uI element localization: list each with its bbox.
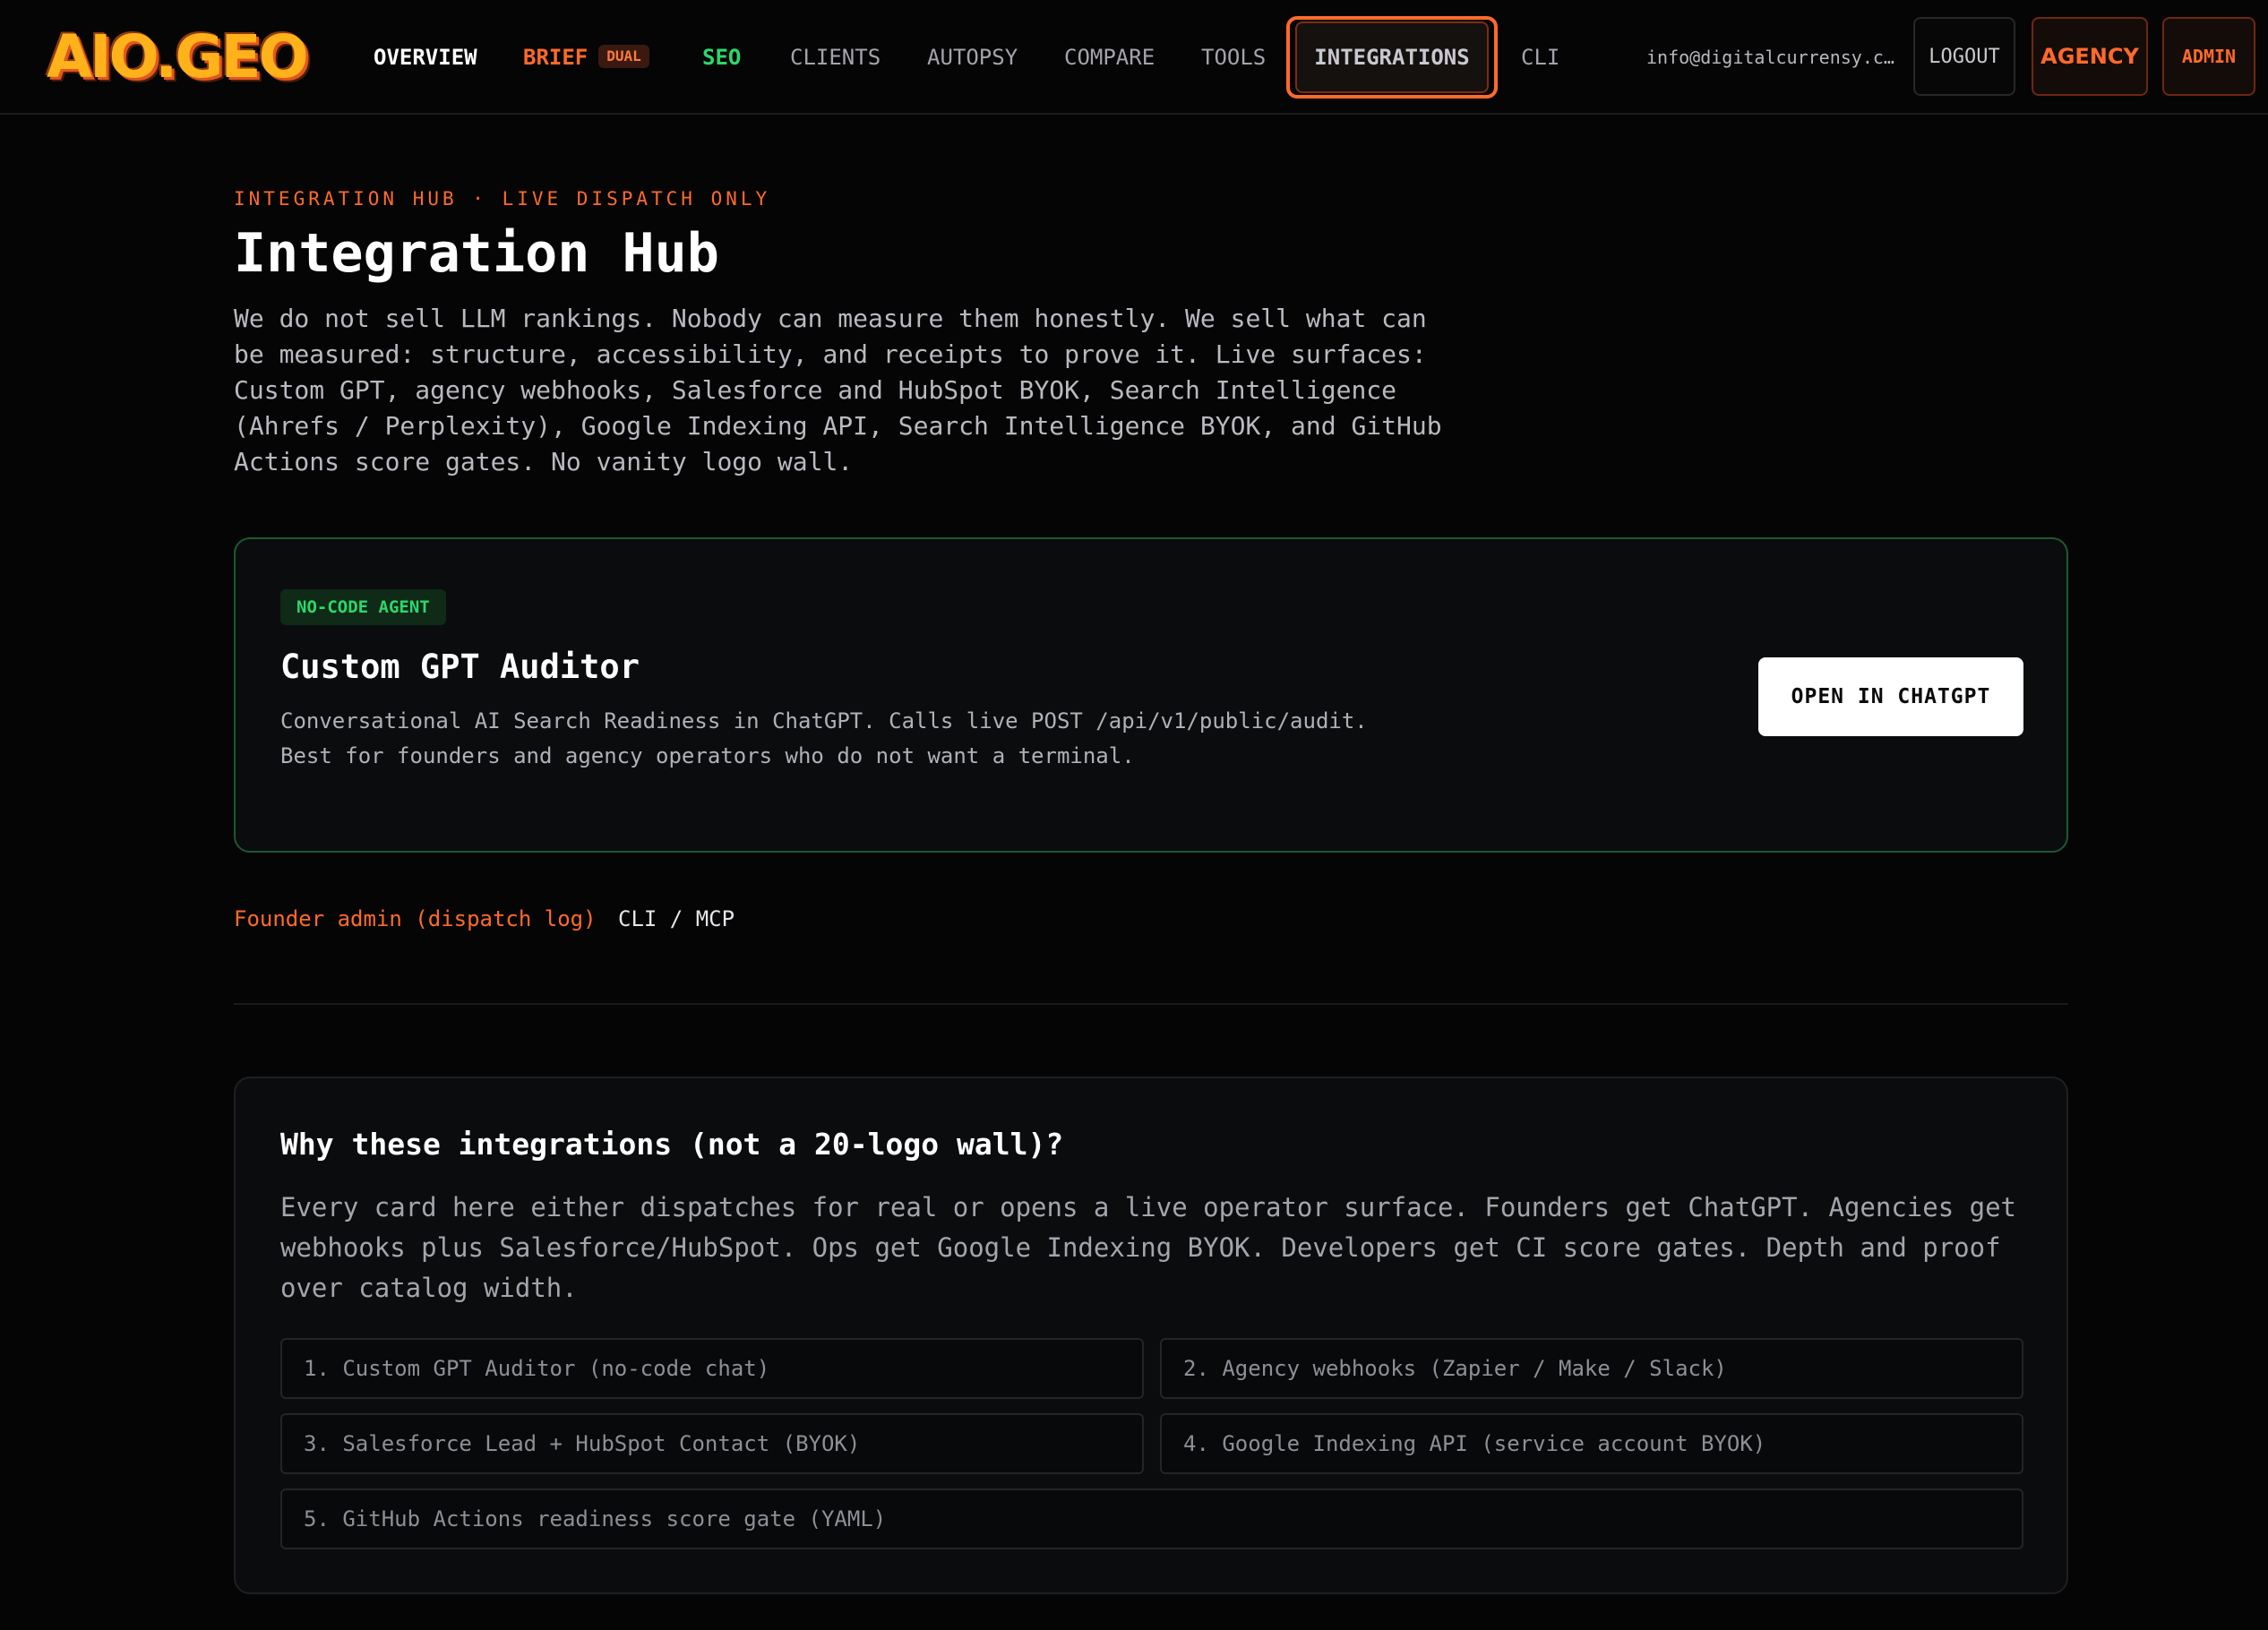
integration-list-item: 1. Custom GPT Auditor (no-code chat) — [280, 1338, 1144, 1399]
user-email: info@digitalcurrensy.c… — [1646, 47, 1894, 68]
agency-button[interactable]: AGENCY — [2032, 17, 2148, 96]
custom-gpt-title: Custom GPT Auditor — [280, 648, 640, 686]
admin-button[interactable]: ADMIN — [2162, 17, 2255, 96]
founder-admin-link[interactable]: Founder admin (dispatch log) — [234, 906, 597, 931]
page-eyebrow: INTEGRATION HUB · LIVE DISPATCH ONLY — [234, 188, 771, 210]
no-code-agent-badge: NO-CODE AGENT — [280, 589, 446, 625]
integration-list-item: 5. GitHub Actions readiness score gate (… — [280, 1488, 2023, 1549]
nav-cli[interactable]: CLI — [1521, 42, 1559, 73]
integration-list-item: 4. Google Indexing API (service account … — [1160, 1413, 2023, 1474]
section-divider — [234, 1003, 2068, 1005]
integration-list-item: 3. Salesforce Lead + HubSpot Contact (BY… — [280, 1413, 1144, 1474]
nav-compare[interactable]: COMPARE — [1064, 42, 1155, 73]
open-in-chatgpt-button[interactable]: OPEN IN CHATGPT — [1758, 657, 2023, 736]
logout-button[interactable]: LOGOUT — [1913, 17, 2015, 96]
custom-gpt-description: Conversational AI Search Readiness in Ch… — [280, 708, 1368, 768]
nav-clients[interactable]: CLIENTS — [790, 42, 881, 73]
integration-list-item: 2. Agency webhooks (Zapier / Make / Slac… — [1160, 1338, 2023, 1399]
why-title: Why these integrations (not a 20-logo wa… — [280, 1127, 1064, 1162]
why-body: Every card here either dispatches for re… — [280, 1192, 2017, 1303]
nav-brief-label: BRIEF — [523, 45, 588, 70]
brand-logo[interactable]: AIO.GEO — [47, 23, 309, 91]
page-title: Integration Hub — [234, 222, 719, 285]
nav-seo[interactable]: SEO — [702, 42, 741, 73]
nav-tools[interactable]: TOOLS — [1201, 42, 1266, 73]
nav-overview[interactable]: OVERVIEW — [374, 42, 477, 73]
nav-brief[interactable]: BRIEF DUAL — [523, 42, 649, 73]
nav-autopsy[interactable]: AUTOPSY — [927, 42, 1018, 73]
top-nav-bar: AIO.GEO OVERVIEW BRIEF DUAL SEO CLIENTS A… — [0, 0, 2268, 115]
why-integrations-card: Why these integrations (not a 20-logo wa… — [234, 1077, 2068, 1594]
cli-mcp-link[interactable]: CLI / MCP — [618, 906, 735, 931]
nav-integrations[interactable]: INTEGRATIONS — [1295, 21, 1489, 93]
page-intro: We do not sell LLM rankings. Nobody can … — [234, 304, 1442, 476]
dual-badge: DUAL — [598, 45, 649, 68]
custom-gpt-card: NO-CODE AGENT Custom GPT Auditor Convers… — [234, 537, 2068, 853]
